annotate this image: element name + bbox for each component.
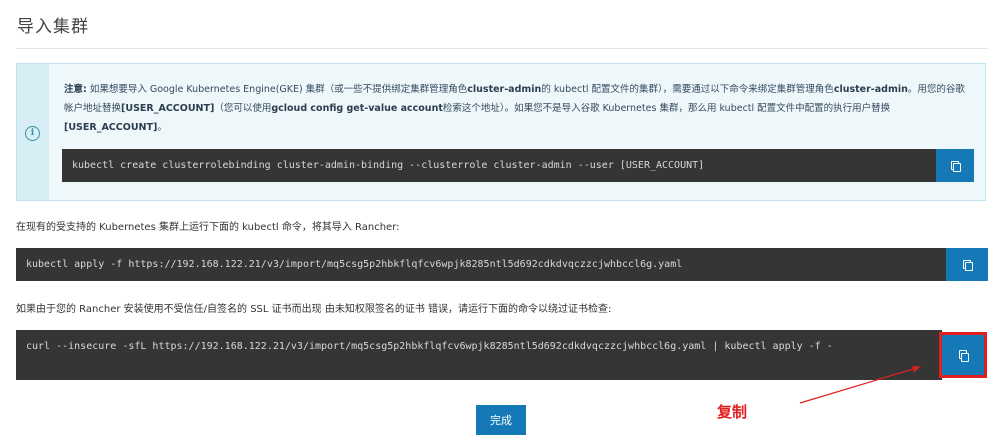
copy-icon: [962, 259, 973, 271]
header-divider: [16, 48, 988, 49]
insecure-import-command[interactable]: curl --insecure -sfL https://192.168.122…: [16, 330, 942, 380]
info-alert: i 注意: 如果想要导入 Google Kubernetes Engine(GK…: [16, 63, 986, 201]
copy-highlight-box: [939, 332, 987, 378]
import-instruction: 在现有的受支持的 Kubernetes 集群上运行下面的 kubectl 命令，…: [16, 222, 400, 233]
page-title: 导入集群: [17, 17, 89, 37]
info-circle-icon: i: [25, 126, 40, 141]
copy-annotation-label: 复制: [717, 403, 748, 421]
insecure-instruction: 如果由于您的 Rancher 安装使用不受信任/自签名的 SSL 证书而出现 由…: [16, 304, 612, 315]
info-note: 注意: 如果想要导入 Google Kubernetes Engine(GKE)…: [64, 84, 965, 133]
done-button[interactable]: 完成: [476, 405, 526, 435]
copy-icon: [950, 160, 961, 172]
clusterrolebinding-command[interactable]: kubectl create clusterrolebinding cluste…: [62, 149, 936, 182]
copy-import-command-button[interactable]: [946, 248, 988, 281]
import-command[interactable]: kubectl apply -f https://192.168.122.21/…: [16, 248, 946, 281]
copy-clusterrolebinding-button[interactable]: [936, 149, 974, 182]
note-prefix: 注意:: [64, 84, 87, 95]
